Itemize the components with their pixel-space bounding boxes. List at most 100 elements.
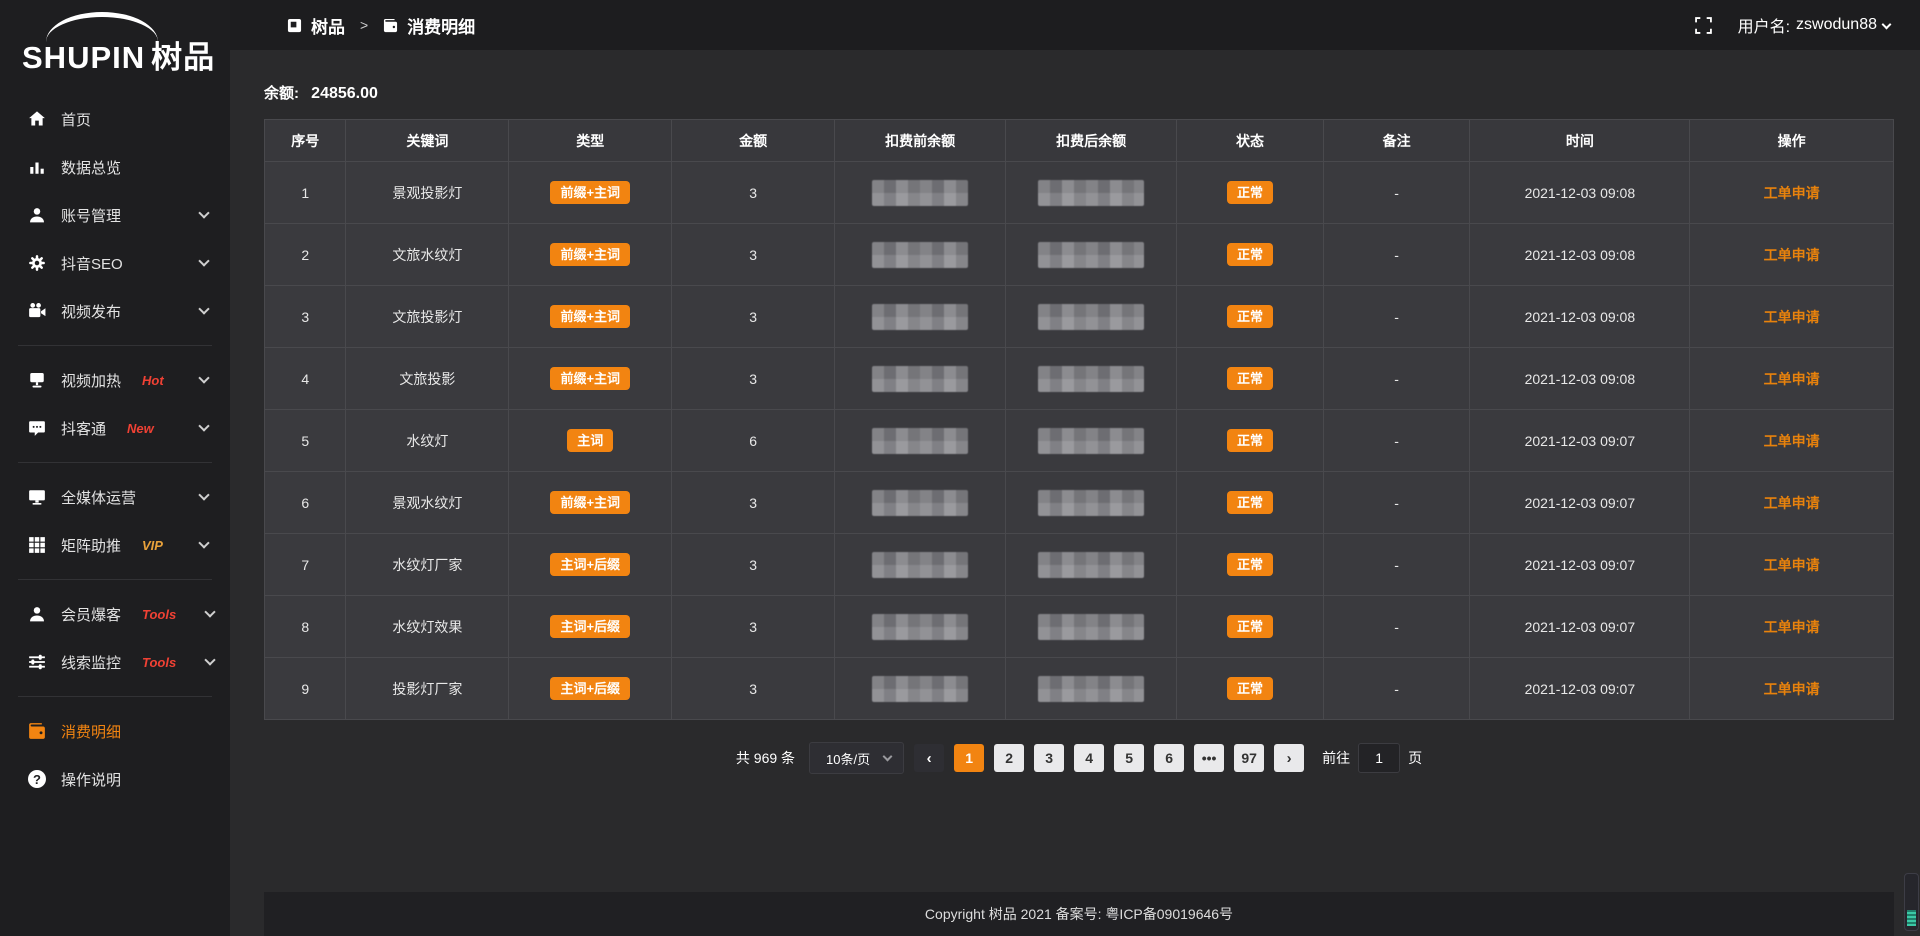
sidebar-item-video-publish[interactable]: 视频发布 <box>0 287 230 335</box>
cell-balance-after <box>1006 596 1177 658</box>
cell-action[interactable]: 工单申请 <box>1690 348 1894 410</box>
cell-time: 2021-12-03 09:08 <box>1470 162 1690 224</box>
status-badge: 正常 <box>1227 305 1273 328</box>
work-order-link[interactable]: 工单申请 <box>1764 619 1820 635</box>
column-header-0: 序号 <box>265 120 346 162</box>
gear-icon <box>28 254 46 272</box>
cell-action[interactable]: 工单申请 <box>1690 286 1894 348</box>
balance-label: 余额: <box>264 85 299 102</box>
sidebar-item-label: 线索监控 <box>61 652 121 673</box>
user-menu[interactable]: 用户名: zswodun88 <box>1738 13 1890 37</box>
masked-balance-before <box>872 366 968 392</box>
page-size-select[interactable]: 10条/页 <box>809 742 904 774</box>
cell-action[interactable]: 工单申请 <box>1690 472 1894 534</box>
sidebar-item-data-overview[interactable]: 数据总览 <box>0 143 230 191</box>
work-order-link[interactable]: 工单申请 <box>1764 309 1820 325</box>
cell-index: 1 <box>265 162 346 224</box>
work-order-link[interactable]: 工单申请 <box>1764 681 1820 697</box>
cell-index: 5 <box>265 410 346 472</box>
prev-page-button[interactable]: ‹ <box>914 744 944 772</box>
logo-text-en: SHUPIN <box>22 40 145 75</box>
cell-balance-after <box>1006 658 1177 720</box>
page-button-97[interactable]: 97 <box>1234 744 1264 772</box>
monitor-icon <box>28 488 46 506</box>
wallet-icon <box>383 18 398 33</box>
sidebar-item-member-burst[interactable]: 会员爆客 Tools <box>0 590 230 638</box>
work-order-link[interactable]: 工单申请 <box>1764 185 1820 201</box>
sidebar-item-doukerton[interactable]: 抖客通 New <box>0 404 230 452</box>
cell-amount: 3 <box>672 286 835 348</box>
app-logo: SHUPIN树品 <box>0 10 230 95</box>
cell-action[interactable]: 工单申请 <box>1690 534 1894 596</box>
next-page-button[interactable]: › <box>1274 744 1304 772</box>
sidebar-item-label: 会员爆客 <box>61 604 121 625</box>
masked-balance-before <box>872 614 968 640</box>
page-button-4[interactable]: 4 <box>1074 744 1104 772</box>
cell-keyword: 景观水纹灯 <box>346 472 509 534</box>
cell-balance-before <box>835 410 1006 472</box>
page-button-1[interactable]: 1 <box>954 744 984 772</box>
chevron-down-icon <box>205 606 216 617</box>
sidebar-item-matrix-boost[interactable]: 矩阵助推 VIP <box>0 521 230 569</box>
sidebar-item-douyin-seo[interactable]: 抖音SEO <box>0 239 230 287</box>
sidebar-item-clue-monitor[interactable]: 线索监控 Tools <box>0 638 230 686</box>
work-order-link[interactable]: 工单申请 <box>1764 371 1820 387</box>
main-area: 树品 > 消费明细 用户名: zswodun88 余额: 24856.00 序号… <box>230 0 1920 936</box>
sliders-icon <box>28 653 46 671</box>
cell-action[interactable]: 工单申请 <box>1690 658 1894 720</box>
user-icon <box>28 605 46 623</box>
work-order-link[interactable]: 工单申请 <box>1764 557 1820 573</box>
masked-balance-before <box>872 180 968 206</box>
sidebar-item-all-media-operation[interactable]: 全媒体运营 <box>0 473 230 521</box>
chevron-down-icon <box>883 752 893 762</box>
sidebar-item-label: 全媒体运营 <box>61 487 136 508</box>
status-badge: 正常 <box>1227 553 1273 576</box>
cell-action[interactable]: 工单申请 <box>1690 162 1894 224</box>
cell-keyword: 文旅投影灯 <box>346 286 509 348</box>
cell-index: 7 <box>265 534 346 596</box>
bar-chart-icon <box>28 158 46 176</box>
cell-status: 正常 <box>1177 534 1324 596</box>
sidebar-item-video-heating[interactable]: 视频加热 Hot <box>0 356 230 404</box>
table-body: 1景观投影灯前缀+主词3正常-2021-12-03 09:08工单申请2文旅水纹… <box>265 162 1894 720</box>
type-badge: 前缀+主词 <box>550 181 630 204</box>
status-badge: 正常 <box>1227 367 1273 390</box>
balance: 余额: 24856.00 <box>264 82 1894 103</box>
breadcrumb-home[interactable]: 树品 <box>311 13 345 38</box>
pagination: 共 969 条 10条/页 ‹ 123456•••97 › 前往 页 <box>264 742 1894 774</box>
sidebar-item-home[interactable]: 首页 <box>0 95 230 143</box>
work-order-link[interactable]: 工单申请 <box>1764 433 1820 449</box>
floating-widget[interactable] <box>1904 873 1919 931</box>
status-badge: 正常 <box>1227 243 1273 266</box>
page-button-6[interactable]: 6 <box>1154 744 1184 772</box>
goto-page-input[interactable] <box>1358 743 1400 773</box>
sidebar-item-instructions[interactable]: ? 操作说明 <box>0 755 230 803</box>
cell-balance-after <box>1006 286 1177 348</box>
cell-type: 前缀+主词 <box>509 472 672 534</box>
cell-balance-after <box>1006 224 1177 286</box>
page-button-•••[interactable]: ••• <box>1194 744 1224 772</box>
sidebar-item-account-management[interactable]: 账号管理 <box>0 191 230 239</box>
cell-type: 前缀+主词 <box>509 348 672 410</box>
page-button-3[interactable]: 3 <box>1034 744 1064 772</box>
fullscreen-icon[interactable] <box>1695 17 1712 34</box>
sidebar-item-consume-detail[interactable]: 消费明细 <box>0 707 230 755</box>
cell-action[interactable]: 工单申请 <box>1690 596 1894 658</box>
work-order-link[interactable]: 工单申请 <box>1764 247 1820 263</box>
table-row: 5水纹灯主词6正常-2021-12-03 09:07工单申请 <box>265 410 1894 472</box>
status-badge: 正常 <box>1227 615 1273 638</box>
cell-action[interactable]: 工单申请 <box>1690 410 1894 472</box>
cell-action[interactable]: 工单申请 <box>1690 224 1894 286</box>
masked-balance-before <box>872 552 968 578</box>
work-order-link[interactable]: 工单申请 <box>1764 495 1820 511</box>
consume-table: 序号关键词类型金额扣费前余额扣费后余额状态备注时间操作 1景观投影灯前缀+主词3… <box>264 119 1894 720</box>
cell-type: 主词+后缀 <box>509 534 672 596</box>
status-badge: 正常 <box>1227 429 1273 452</box>
page-button-2[interactable]: 2 <box>994 744 1024 772</box>
masked-balance-after <box>1038 428 1144 454</box>
page-buttons: 123456 ••• 97 <box>954 744 1264 772</box>
page-size-value: 10条/页 <box>826 749 870 768</box>
cell-balance-before <box>835 534 1006 596</box>
table-row: 1景观投影灯前缀+主词3正常-2021-12-03 09:08工单申请 <box>265 162 1894 224</box>
page-button-5[interactable]: 5 <box>1114 744 1144 772</box>
